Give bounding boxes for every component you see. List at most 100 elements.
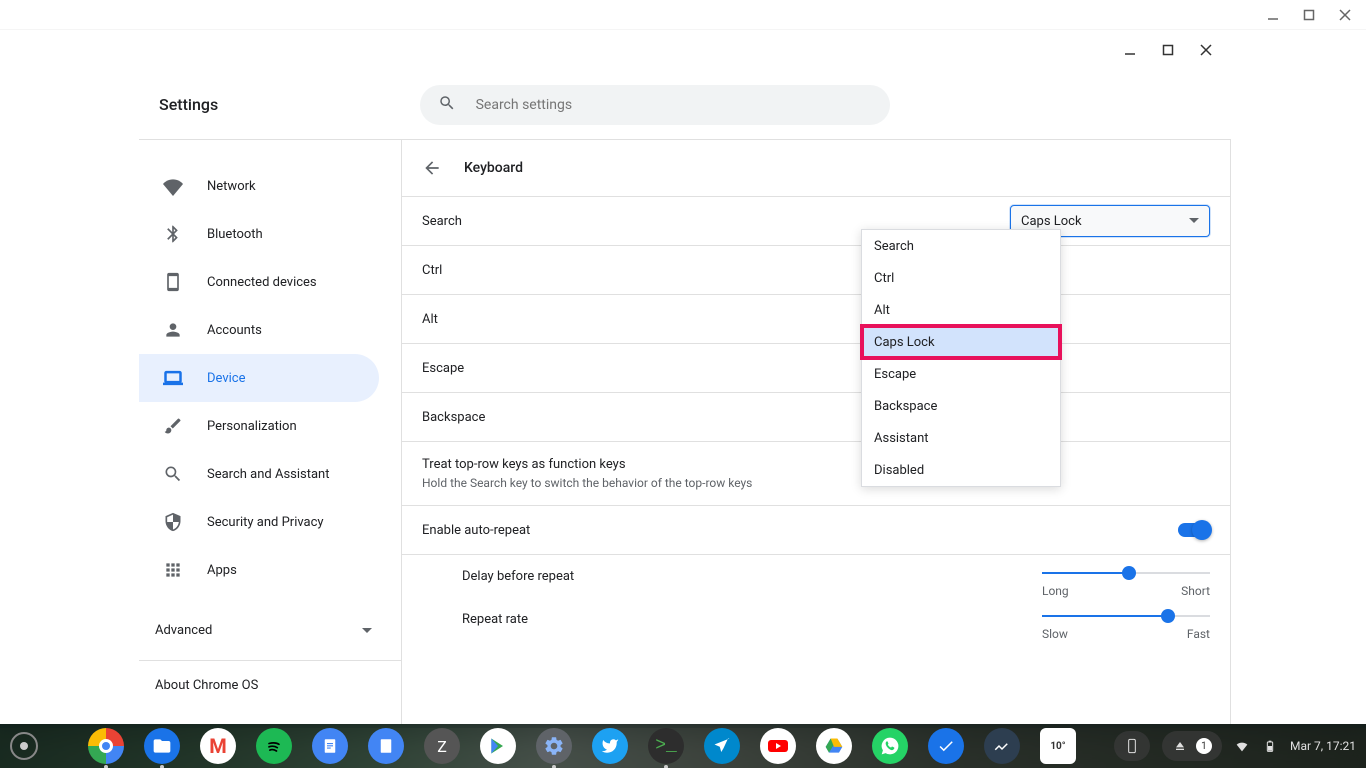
dropdown-option-alt[interactable]: Alt — [862, 294, 1060, 326]
sidebar-item-label: Bluetooth — [207, 227, 263, 242]
phone-icon — [1124, 738, 1140, 754]
eject-icon — [1172, 738, 1188, 754]
clock: Mar 7, 17:21 — [1290, 739, 1356, 753]
slider-group-delay: Delay before repeat LongShort — [402, 554, 1230, 598]
youtube-icon[interactable] — [760, 728, 796, 764]
select-value: Caps Lock — [1021, 214, 1082, 229]
sidebar-item-label: Security and Privacy — [207, 515, 324, 530]
outer-titlebar — [0, 0, 1366, 30]
telegram-icon[interactable] — [704, 728, 740, 764]
dropdown-option-disabled[interactable]: Disabled — [862, 454, 1060, 486]
dropdown-option-search[interactable]: Search — [862, 230, 1060, 262]
chrome-icon[interactable] — [88, 728, 124, 764]
sidebar-item-connected-devices[interactable]: Connected devices — [139, 258, 379, 306]
sidebar-item-search-assistant[interactable]: Search and Assistant — [139, 450, 379, 498]
slider-max-label: Short — [1181, 584, 1210, 598]
files-icon[interactable] — [144, 728, 180, 764]
sidebar-item-label: Accounts — [207, 323, 262, 338]
sidebar-item-accounts[interactable]: Accounts — [139, 306, 379, 354]
sidebar-advanced-toggle[interactable]: Advanced — [139, 606, 401, 654]
sidebar-about[interactable]: About Chrome OS — [139, 661, 401, 709]
account-icon — [163, 320, 183, 340]
search-icon — [438, 94, 456, 116]
drive-icon[interactable] — [816, 728, 852, 764]
sidebar-item-device[interactable]: Device — [139, 354, 379, 402]
tray-phone-pill[interactable] — [1114, 731, 1150, 761]
tray-notification-pill[interactable]: 1 — [1162, 731, 1222, 761]
app-z-icon[interactable]: Z — [424, 728, 460, 764]
inner-titlebar — [139, 30, 1231, 70]
outer-close-button[interactable] — [1330, 3, 1360, 27]
page-title: Keyboard — [464, 160, 523, 176]
sidebar-item-label: Device — [207, 371, 246, 386]
dropdown-option-backspace[interactable]: Backspace — [862, 390, 1060, 422]
dropdown-option-assistant[interactable]: Assistant — [862, 422, 1060, 454]
advanced-label: Advanced — [155, 623, 212, 638]
outer-minimize-button[interactable] — [1258, 3, 1288, 27]
search-input[interactable] — [476, 97, 872, 113]
analytics-app-icon[interactable] — [984, 728, 1020, 764]
inner-maximize-button[interactable] — [1153, 38, 1183, 62]
weather-widget-icon[interactable]: 10° — [1040, 728, 1076, 764]
content-header: Keyboard — [402, 140, 1230, 196]
outer-maximize-button[interactable] — [1294, 3, 1324, 27]
shield-icon — [163, 512, 183, 532]
settings-body: Network Bluetooth Connected devices Acco… — [139, 140, 1231, 724]
setting-row-backspace: Backspace — [402, 392, 1230, 441]
setting-label: Enable auto-repeat — [422, 523, 530, 538]
taskbar: M Z >_ 10° 1 Mar 7, 17:21 — [0, 724, 1366, 768]
search-icon — [163, 464, 183, 484]
sidebar-item-personalization[interactable]: Personalization — [139, 402, 379, 450]
sidebar-item-security-privacy[interactable]: Security and Privacy — [139, 498, 379, 546]
search-box[interactable] — [420, 85, 890, 125]
rate-slider[interactable]: SlowFast — [1042, 615, 1210, 641]
setting-row-ctrl: Ctrl — [402, 245, 1230, 294]
dropdown-option-caps-lock[interactable]: Caps Lock — [862, 326, 1060, 358]
battery-tray-icon — [1262, 738, 1278, 754]
delay-slider[interactable]: LongShort — [1042, 572, 1210, 598]
terminal-icon[interactable]: >_ — [648, 728, 684, 764]
system-tray[interactable]: 1 Mar 7, 17:21 — [1114, 731, 1356, 761]
setting-subtext: Hold the Search key to switch the behavi… — [422, 476, 752, 490]
back-button[interactable] — [422, 158, 442, 178]
spotify-icon[interactable] — [256, 728, 292, 764]
setting-label: Backspace — [422, 410, 485, 425]
inner-close-button[interactable] — [1191, 38, 1221, 62]
slider-max-label: Fast — [1187, 627, 1210, 641]
setting-row-function-keys: Treat top-row keys as function keys Hold… — [402, 441, 1230, 505]
dropdown-option-ctrl[interactable]: Ctrl — [862, 262, 1060, 294]
launcher-button[interactable] — [10, 732, 38, 760]
dropdown-option-escape[interactable]: Escape — [862, 358, 1060, 390]
docs-2-icon[interactable] — [368, 728, 404, 764]
about-label: About Chrome OS — [155, 678, 258, 693]
sidebar-item-network[interactable]: Network — [139, 162, 379, 210]
setting-row-search: Search Caps Lock — [402, 196, 1230, 245]
sidebar-item-bluetooth[interactable]: Bluetooth — [139, 210, 379, 258]
devices-icon — [163, 272, 183, 292]
whatsapp-icon[interactable] — [872, 728, 908, 764]
play-store-icon[interactable] — [480, 728, 516, 764]
chevron-down-icon — [1189, 216, 1199, 226]
docs-icon[interactable] — [312, 728, 348, 764]
checkmark-app-icon[interactable] — [928, 728, 964, 764]
gmail-icon[interactable]: M — [200, 728, 236, 764]
slider-group-rate: Repeat rate SlowFast — [402, 598, 1230, 641]
setting-row-escape: Escape — [402, 343, 1230, 392]
twitter-icon[interactable] — [592, 728, 628, 764]
settings-title: Settings — [159, 95, 218, 114]
outer-window: Settings Network Bluetooth Connected dev… — [0, 0, 1366, 724]
sidebar: Network Bluetooth Connected devices Acco… — [139, 140, 401, 724]
sidebar-item-apps[interactable]: Apps — [139, 546, 379, 594]
settings-icon[interactable] — [536, 728, 572, 764]
setting-label: Alt — [422, 312, 438, 327]
auto-repeat-toggle[interactable] — [1178, 523, 1210, 537]
setting-row-alt: Alt — [402, 294, 1230, 343]
chevron-down-icon — [361, 624, 373, 636]
setting-row-auto-repeat: Enable auto-repeat — [402, 505, 1230, 554]
sidebar-item-label: Search and Assistant — [207, 467, 330, 482]
sidebar-item-label: Connected devices — [207, 275, 317, 290]
setting-label: Ctrl — [422, 263, 442, 278]
inner-minimize-button[interactable] — [1115, 38, 1145, 62]
content-pane: Keyboard Search Caps Lock Ctrl Alt Escap… — [401, 140, 1231, 724]
setting-label: Escape — [422, 361, 464, 376]
